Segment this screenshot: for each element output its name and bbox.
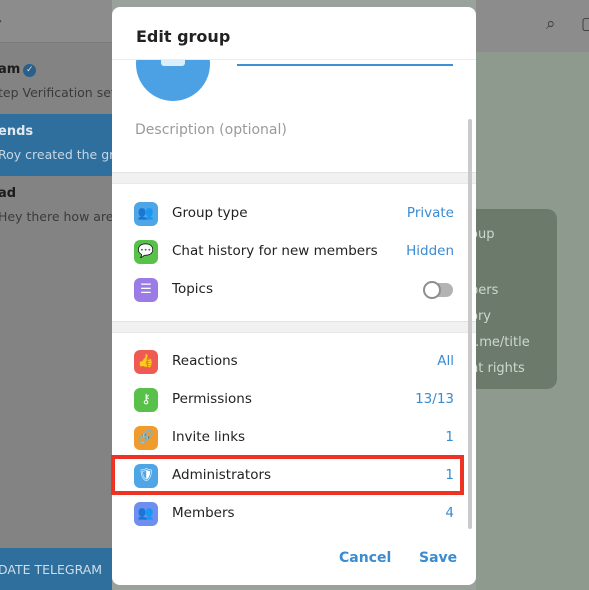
group-name-field[interactable] [237,64,453,66]
row-label: Chat history for new members [172,243,378,259]
thumbs-up-icon: 👍 [134,350,158,374]
camera-icon [161,60,185,66]
reactions-row[interactable]: 👍 Reactions All [112,343,476,381]
group-icon: 👥 [134,202,158,226]
chat-item[interactable]: am ✓ tep Verification set [0,52,112,114]
key-icon: ⚷ [134,388,158,412]
save-button[interactable]: Save [419,550,457,566]
topics-row[interactable]: ☰ Topics [112,271,476,309]
chat-preview: Hey there how are [0,209,112,224]
back-arrow-icon: › [0,14,2,29]
invite-links-row[interactable]: 🔗 Invite links 1 [112,419,476,457]
section-divider [112,172,476,184]
row-value: All [437,353,454,369]
dialog-scrollbar[interactable] [468,119,472,529]
chat-title: ends [0,124,34,139]
row-label: Group type [172,205,248,221]
edit-group-dialog: Edit group Description (optional) 👥 Grou… [112,7,476,585]
chat-history-row[interactable]: 💬 Chat history for new members Hidden [112,233,476,271]
row-label: Invite links [172,429,246,445]
section-divider [112,321,476,333]
row-value: 1 [445,429,454,445]
group-type-row[interactable]: 👥 Group type Private [112,195,476,233]
sidebar-toggle-icon[interactable]: ▢ [581,14,589,34]
info-line: t.me/title [470,335,530,350]
chat-list-sidebar: › am✓ tep Verification set ends Roy crea… [0,0,112,590]
chat-header: ⌕ ▢ [476,0,589,52]
row-label: Topics [172,281,213,297]
chat-preview: Roy created the gro [0,147,112,162]
chat-bubble-icon: 💬 [134,240,158,264]
chat-item-active[interactable]: ends Roy created the gro [0,114,112,176]
row-label: Permissions [172,391,252,407]
topics-icon: ☰ [134,278,158,302]
update-telegram-button[interactable]: DATE TELEGRAM [0,548,112,590]
chat-title: ad [0,186,17,201]
dialog-title: Edit group [136,27,231,46]
row-label: Reactions [172,353,238,369]
title-divider [112,59,476,60]
chat-title: am ✓ [0,62,37,77]
description-input[interactable]: Description (optional) [135,122,287,138]
row-value: Private [406,205,454,221]
row-label: Members [172,505,235,521]
topics-toggle[interactable] [423,281,453,299]
chat-item[interactable]: ad Hey there how are [0,176,112,238]
sidebar-header: › [0,0,112,43]
members-row[interactable]: 👥 Members 4 [112,495,476,533]
permissions-row[interactable]: ⚷ Permissions 13/13 [112,381,476,419]
row-value: Hidden [406,243,454,259]
members-icon: 👥 [134,502,158,526]
verified-icon: ✓ [23,64,37,77]
cancel-button[interactable]: Cancel [339,550,391,566]
link-icon: 🔗 [134,426,158,450]
chat-preview: tep Verification set [0,85,112,100]
info-line: nt rights [470,361,525,376]
administrators-highlight-box [111,455,464,495]
toggle-knob [423,281,441,299]
row-value: 13/13 [415,391,454,407]
search-icon[interactable]: ⌕ [546,14,556,34]
row-value: 4 [445,505,454,521]
